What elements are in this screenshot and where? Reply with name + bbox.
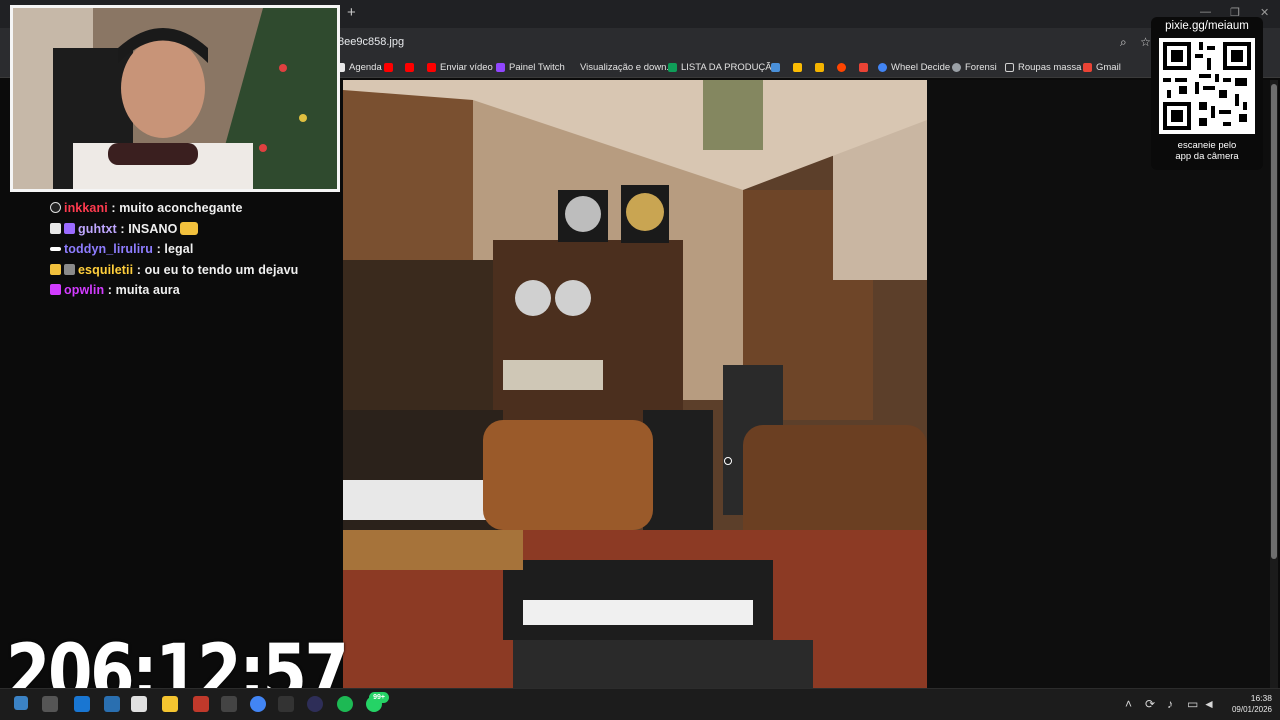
user-badge-icon	[50, 222, 61, 234]
chat-username: esquiletii	[78, 262, 134, 277]
taskbar	[0, 688, 1280, 720]
bookmark-youtube[interactable]	[384, 60, 393, 74]
sub-badge-icon	[64, 263, 75, 275]
app-icon	[771, 62, 780, 72]
chat-message: guhtxt : INSANO	[50, 219, 340, 240]
gmail-icon	[1083, 62, 1092, 72]
chat-overlay: inkkani : muito aconchegante guhtxt : IN…	[50, 184, 340, 301]
search-icon[interactable]	[42, 696, 58, 712]
bookmark-lista-producao[interactable]: LISTA DA PRODUÇÃ...	[668, 60, 780, 74]
gmail-icon	[859, 62, 868, 72]
emote-icon	[180, 221, 199, 235]
chat-message: opwlin : muita aura	[50, 280, 340, 301]
reddit-icon	[837, 62, 846, 72]
chat-text: legal	[164, 242, 194, 256]
bookmark-icons-row[interactable]	[771, 60, 868, 74]
clock-date[interactable]: 09/01/2026	[1226, 705, 1272, 714]
chat-text: muita aura	[115, 283, 180, 297]
sync-icon[interactable]: ⟳	[1145, 697, 1155, 711]
chat-message: inkkani : muito aconchegante	[50, 198, 340, 219]
spotify-icon[interactable]	[337, 696, 353, 712]
close-window-button[interactable]: ✕	[1260, 6, 1269, 19]
bookmark-wheel-decide[interactable]: Wheel Decide	[878, 60, 950, 74]
bookmark-enviar-video[interactable]: Enviar vídeo	[427, 60, 493, 74]
obs-icon[interactable]	[307, 696, 323, 712]
chat-username: guhtxt	[78, 221, 117, 236]
scrollbar-thumb[interactable]	[1271, 84, 1277, 559]
studio-photo[interactable]	[343, 80, 927, 688]
bookmark-agenda[interactable]: Agenda	[336, 60, 382, 74]
microphone-icon[interactable]: ♪	[1167, 697, 1173, 711]
new-tab-button[interactable]: +	[347, 5, 361, 21]
chevron-up-icon[interactable]: ˄	[1125, 697, 1132, 711]
chat-text: ou eu to tendo um dejavu	[144, 262, 299, 277]
chat-username: inkkani	[64, 201, 108, 215]
screen: + — ❐ ✕ 8ee9c858.jpg ⌕ ☆ Agenda Enviar v…	[0, 0, 1280, 720]
user-badge-icon	[50, 202, 61, 213]
chat-text: INSANO	[128, 221, 178, 236]
folder-icon	[1005, 62, 1014, 72]
studio-photo-illustration	[343, 80, 927, 688]
keep-icon	[815, 62, 824, 72]
youtube-icon	[405, 62, 414, 72]
webcam-overlay	[10, 5, 340, 192]
app-icon[interactable]	[193, 696, 209, 712]
drive-icon	[793, 62, 802, 72]
mouse-cursor	[724, 457, 732, 465]
clock-time[interactable]: 16:38	[1232, 693, 1272, 703]
app-icon[interactable]	[104, 696, 120, 712]
webcam-illustration	[13, 8, 337, 189]
globe-icon	[952, 62, 961, 72]
start-button-icon[interactable]	[14, 696, 28, 710]
chat-message: esquiletii : ou eu to tendo um dejavu	[50, 260, 340, 281]
address-bar-actions: ⌕ ☆	[1120, 35, 1151, 50]
user-badge-icon	[50, 247, 61, 251]
display-icon[interactable]: ▭	[1187, 697, 1198, 711]
chrome-icon[interactable]	[250, 696, 266, 712]
qr-caption: escaneie pelo app da câmera	[1175, 140, 1239, 162]
bookmark-forensi[interactable]: Forensi	[952, 60, 997, 74]
gift-badge-icon	[64, 222, 75, 234]
app-icon[interactable]	[278, 696, 294, 712]
youtube-icon	[427, 62, 436, 72]
zoom-icon[interactable]: ⌕	[1120, 35, 1127, 49]
bookmark-visualizacao[interactable]: Visualização e down...	[580, 60, 674, 74]
chat-username: opwlin	[64, 283, 105, 297]
bookmark-painel-twitch[interactable]: Painel Twitch	[496, 60, 565, 74]
sheets-icon	[668, 62, 677, 72]
twitch-icon	[496, 62, 505, 72]
bookmark-gmail[interactable]: Gmail	[1083, 60, 1121, 74]
chat-text: muito aconchegante	[119, 201, 243, 215]
qr-code-icon	[1159, 38, 1255, 134]
chat-username: toddyn_liruliru	[64, 242, 153, 256]
chrome-icon	[878, 62, 887, 72]
star-icon[interactable]: ☆	[1140, 35, 1151, 49]
user-badge-icon	[50, 263, 61, 275]
url-field[interactable]: 8ee9c858.jpg	[338, 36, 404, 48]
youtube-icon	[384, 62, 393, 72]
user-badge-icon	[50, 284, 61, 295]
bookmark-youtube-2[interactable]	[405, 60, 414, 74]
qr-url: pixie.gg/meiaum	[1165, 20, 1249, 32]
files-icon[interactable]	[131, 696, 147, 712]
volume-icon[interactable]: ◄	[1203, 697, 1215, 711]
chat-message: toddyn_liruliru : legal	[50, 239, 340, 260]
qr-code	[1159, 38, 1255, 134]
chat-line-clipped	[50, 184, 340, 198]
edge-icon[interactable]	[74, 696, 90, 712]
notification-badge: 99+	[369, 692, 389, 703]
folder-icon[interactable]	[162, 696, 178, 712]
app-icon[interactable]	[221, 696, 237, 712]
bookmark-roupas-massa[interactable]: Roupas massa	[1005, 60, 1081, 74]
